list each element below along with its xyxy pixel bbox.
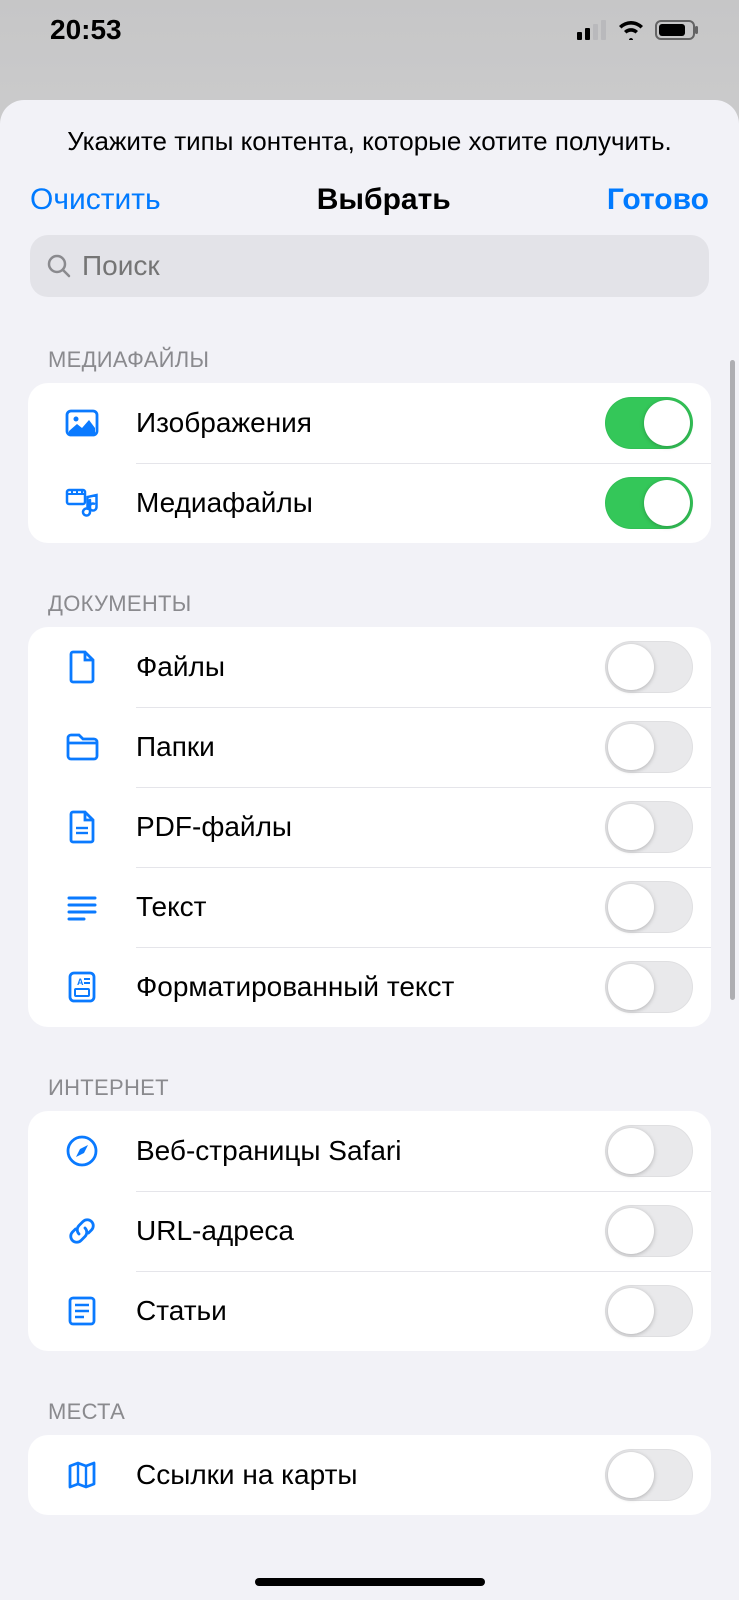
row-label: Веб-страницы Safari <box>106 1135 605 1167</box>
nav-title: Выбрать <box>317 183 451 217</box>
row-label: Текст <box>106 891 605 923</box>
svg-text:A: A <box>77 977 84 987</box>
row-folders: Папки <box>28 707 711 787</box>
row-articles: Статьи <box>28 1271 711 1351</box>
toggle-media[interactable] <box>605 477 693 529</box>
wifi-icon <box>617 20 645 40</box>
row-label: URL-адреса <box>106 1215 605 1247</box>
toggle-articles[interactable] <box>605 1285 693 1337</box>
toggle-maplinks[interactable] <box>605 1449 693 1501</box>
text-lines-icon <box>58 889 106 925</box>
row-images: Изображения <box>28 383 711 463</box>
safari-icon <box>58 1133 106 1169</box>
search-icon <box>46 253 72 279</box>
row-label: Папки <box>106 731 605 763</box>
group-internet: Веб-страницы Safari URL-адреса Статьи <box>28 1111 711 1351</box>
status-bar: 20:53 <box>0 0 739 60</box>
row-label: Файлы <box>106 651 605 683</box>
search-input[interactable] <box>82 250 693 282</box>
row-pdf: PDF-файлы <box>28 787 711 867</box>
toggle-richtext[interactable] <box>605 961 693 1013</box>
group-documents: Файлы Папки PDF-файлы <box>28 627 711 1027</box>
toggle-urls[interactable] <box>605 1205 693 1257</box>
pdf-icon <box>58 809 106 845</box>
link-icon <box>58 1213 106 1249</box>
row-media: Медиафайлы <box>28 463 711 543</box>
row-text: Текст <box>28 867 711 947</box>
action-sheet: Укажите типы контента, которые хотите по… <box>0 100 739 1600</box>
toggle-safari[interactable] <box>605 1125 693 1177</box>
clear-button[interactable]: Очистить <box>30 183 161 217</box>
section-header-documents: ДОКУМЕНТЫ <box>0 543 739 627</box>
group-places: Ссылки на карты <box>28 1435 711 1515</box>
toggle-images[interactable] <box>605 397 693 449</box>
row-label: Изображения <box>106 407 605 439</box>
home-indicator[interactable] <box>255 1578 485 1586</box>
status-indicators <box>577 20 699 40</box>
row-files: Файлы <box>28 627 711 707</box>
toggle-text[interactable] <box>605 881 693 933</box>
row-urls: URL-адреса <box>28 1191 711 1271</box>
sheet-subtitle: Укажите типы контента, которые хотите по… <box>0 100 739 171</box>
nav-bar: Очистить Выбрать Готово <box>0 171 739 235</box>
row-label: Статьи <box>106 1295 605 1327</box>
toggle-pdf[interactable] <box>605 801 693 853</box>
toggle-files[interactable] <box>605 641 693 693</box>
done-button[interactable]: Готово <box>607 183 709 217</box>
section-header-internet: ИНТЕРНЕТ <box>0 1027 739 1111</box>
section-header-places: МЕСТА <box>0 1351 739 1435</box>
article-icon <box>58 1293 106 1329</box>
group-media: Изображения Медиафайлы <box>28 383 711 543</box>
media-icon <box>58 485 106 521</box>
map-icon <box>58 1457 106 1493</box>
content-scroll[interactable]: МЕДИАФАЙЛЫ Изображения Медиафайлы <box>0 307 739 1600</box>
toggle-folders[interactable] <box>605 721 693 773</box>
scroll-indicator <box>730 360 735 1000</box>
row-label: PDF-файлы <box>106 811 605 843</box>
photo-icon <box>58 405 106 441</box>
status-time: 20:53 <box>50 14 122 46</box>
richtext-icon: A <box>58 969 106 1005</box>
file-icon <box>58 649 106 685</box>
search-field[interactable] <box>30 235 709 297</box>
row-maplinks: Ссылки на карты <box>28 1435 711 1515</box>
cell-signal-icon <box>577 20 607 40</box>
row-safari: Веб-страницы Safari <box>28 1111 711 1191</box>
row-label: Ссылки на карты <box>106 1459 605 1491</box>
row-label: Медиафайлы <box>106 487 605 519</box>
row-label: Форматированный текст <box>106 971 605 1003</box>
section-header-media: МЕДИАФАЙЛЫ <box>0 307 739 383</box>
row-richtext: A Форматированный текст <box>28 947 711 1027</box>
folder-icon <box>58 729 106 765</box>
battery-icon <box>655 20 699 40</box>
